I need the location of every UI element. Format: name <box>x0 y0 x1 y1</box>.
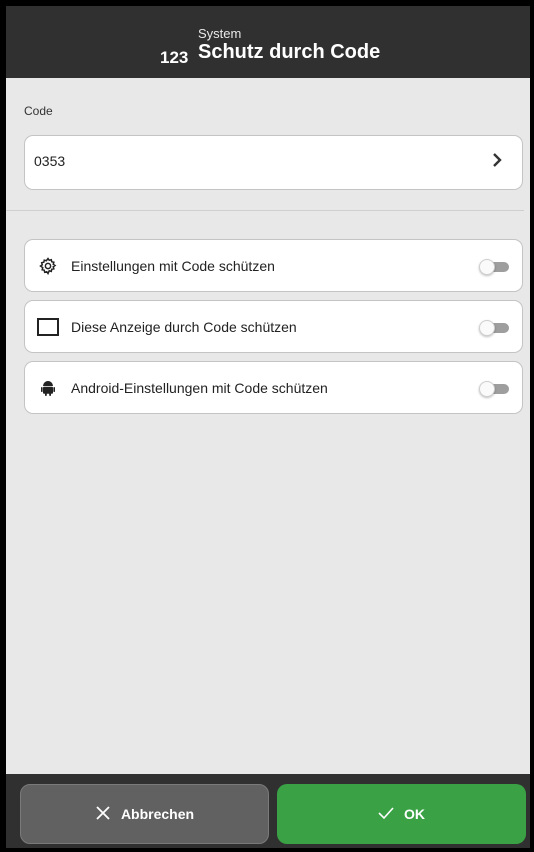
option-row-settings[interactable]: Einstellungen mit Code schützen <box>24 239 523 292</box>
gear-icon <box>37 255 59 277</box>
screen-icon <box>37 316 59 338</box>
cancel-button[interactable]: Abbrechen <box>20 784 269 844</box>
toggle-knob <box>479 320 495 336</box>
header-category: System <box>198 26 242 41</box>
ok-button[interactable]: OK <box>277 784 526 844</box>
page-title: Schutz durch Code <box>198 41 381 63</box>
check-icon <box>378 806 394 822</box>
header-number: 123 <box>160 48 189 67</box>
toggle-knob <box>479 259 495 275</box>
close-icon <box>95 805 111 824</box>
ok-label: OK <box>404 806 425 822</box>
option-label: Einstellungen mit Code schützen <box>71 258 275 274</box>
option-row-android[interactable]: Android-Einstellungen mit Code schützen <box>24 361 523 414</box>
app-window: 123 System Schutz durch Code Code 0353 E… <box>6 6 530 848</box>
footer-bar: Abbrechen OK <box>6 774 530 848</box>
option-label: Diese Anzeige durch Code schützen <box>71 319 297 335</box>
option-row-screen[interactable]: Diese Anzeige durch Code schützen <box>24 300 523 353</box>
toggle-switch[interactable] <box>479 381 509 397</box>
toggle-switch[interactable] <box>479 320 509 336</box>
toggle-switch[interactable] <box>479 259 509 275</box>
code-field[interactable]: 0353 <box>24 135 523 190</box>
cancel-label: Abbrechen <box>120 806 195 822</box>
divider <box>6 210 524 211</box>
chevron-right-icon <box>492 151 502 172</box>
toggle-knob <box>479 381 495 397</box>
code-label: Code <box>24 104 53 118</box>
android-icon <box>37 377 59 399</box>
header-bar: 123 System Schutz durch Code <box>6 6 530 78</box>
option-label: Android-Einstellungen mit Code schützen <box>71 380 328 396</box>
code-value: 0353 <box>34 153 66 169</box>
